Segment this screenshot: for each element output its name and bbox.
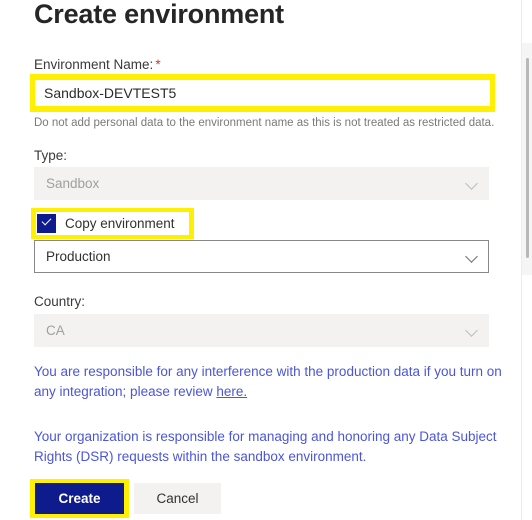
environment-name-helper-text: Do not add personal data to the environm… [34, 117, 495, 129]
create-button[interactable]: Create [35, 483, 124, 514]
copy-environment-label: Copy environment [65, 216, 175, 231]
environment-name-label: Environment Name: * [34, 56, 161, 74]
country-dropdown-value: CA [46, 323, 65, 338]
dsr-notice: Your organization is responsible for man… [34, 429, 497, 464]
vertical-scrollbar[interactable] [521, 0, 532, 520]
production-warning-text: You are responsible for any interference… [34, 364, 502, 399]
copy-environment-checkbox[interactable] [37, 214, 56, 233]
country-label: Country: [34, 294, 86, 309]
environment-name-label-text: Environment Name: [34, 57, 154, 72]
required-asterisk-icon: * [155, 57, 161, 72]
environment-name-field-group [30, 74, 495, 112]
chevron-down-icon [467, 325, 478, 336]
chevron-down-icon [467, 251, 478, 262]
copy-environment-checkbox-row[interactable]: Copy environment [36, 212, 189, 235]
type-dropdown-value: Sandbox [46, 176, 100, 191]
source-environment-dropdown[interactable]: Production [34, 240, 489, 273]
country-dropdown[interactable]: CA [34, 314, 489, 347]
page-title: Create environment [34, 0, 284, 29]
production-warning-notice: You are responsible for any interference… [34, 362, 506, 402]
chevron-down-icon [467, 178, 478, 189]
checkmark-icon [41, 215, 52, 226]
create-environment-dialog: Create environment Environment Name:* Do… [0, 0, 521, 520]
source-environment-dropdown-value: Production [46, 249, 111, 264]
type-label: Type: [34, 148, 68, 163]
environment-name-input[interactable] [35, 80, 490, 106]
type-dropdown[interactable]: Sandbox [34, 167, 489, 200]
cancel-button[interactable]: Cancel [134, 483, 221, 514]
scrollbar-thumb[interactable] [526, 58, 529, 258]
production-warning-link[interactable]: here. [216, 384, 247, 399]
